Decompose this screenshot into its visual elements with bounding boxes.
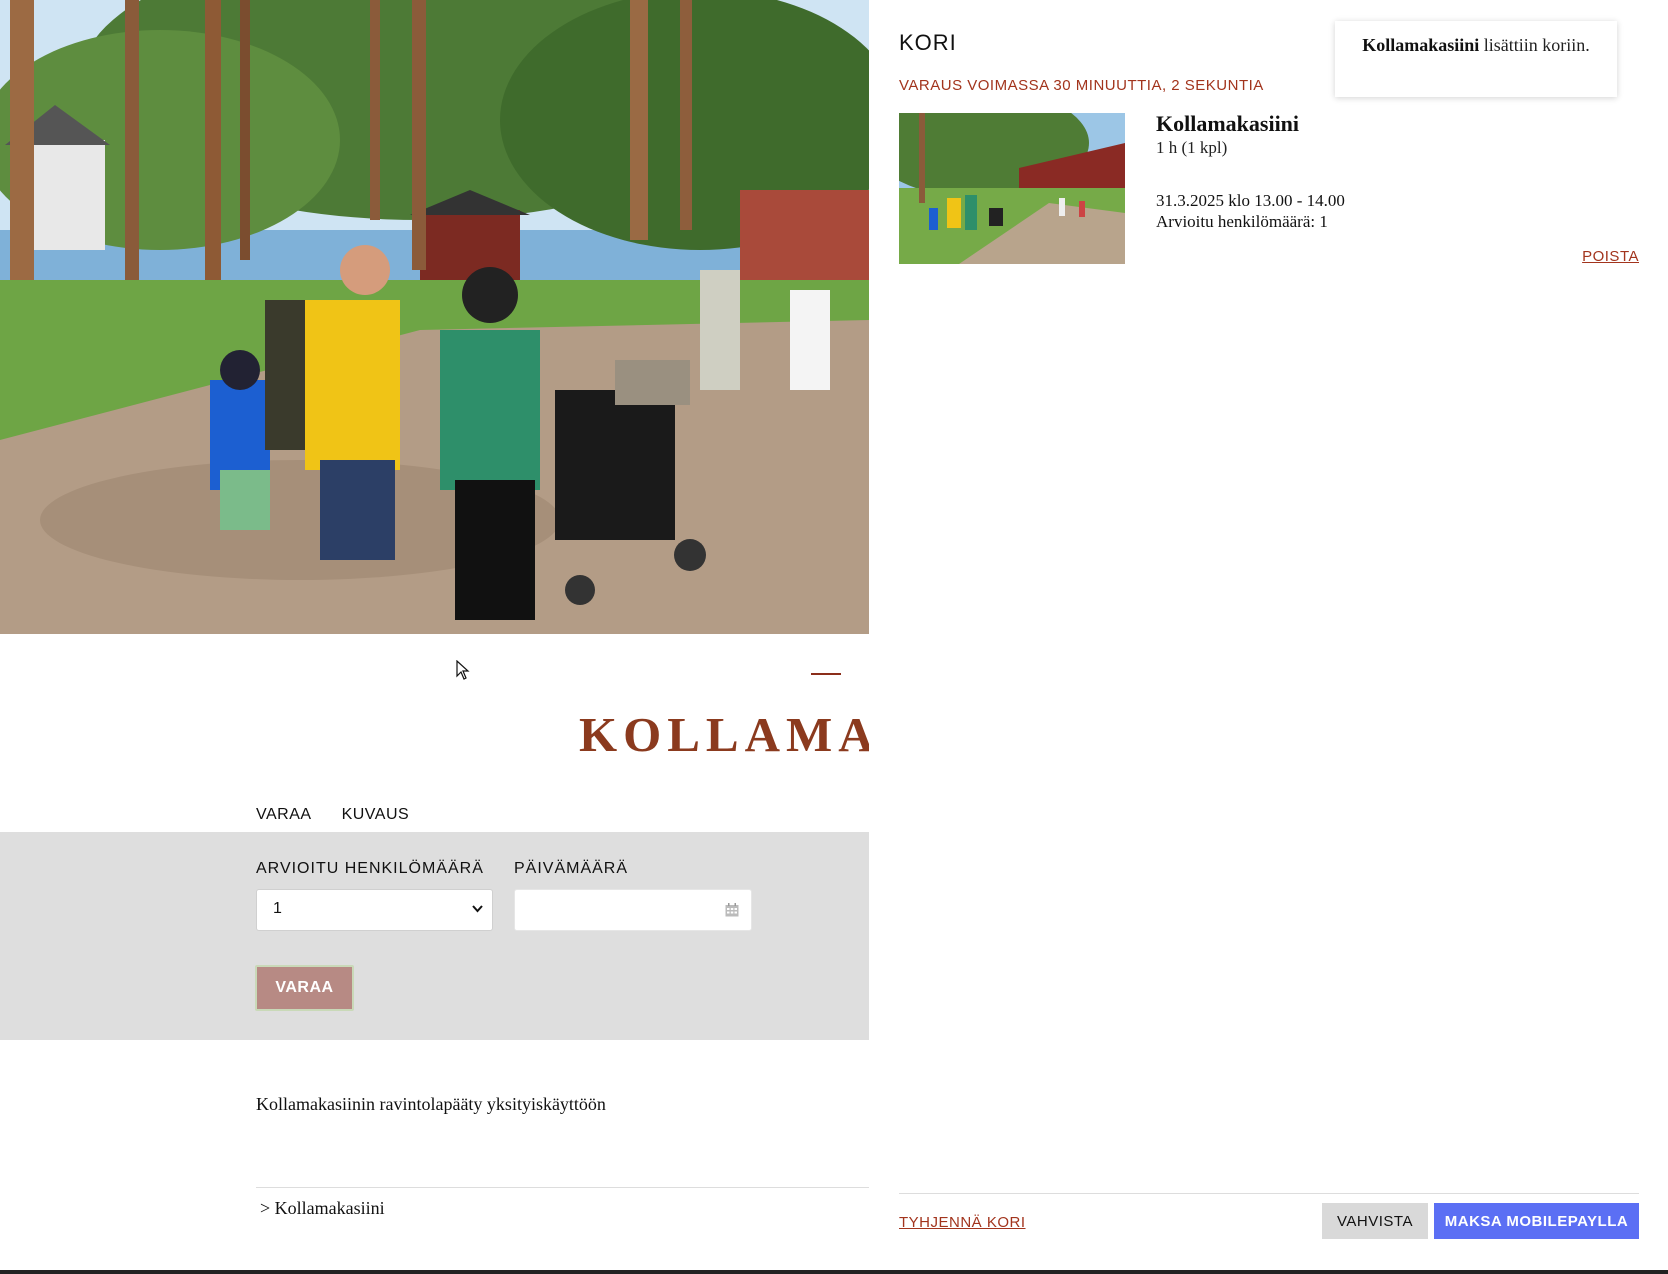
persons-select[interactable]: 1 (256, 889, 493, 931)
page-title: KOLLAMAI (579, 707, 869, 762)
bottom-border (0, 1270, 1668, 1274)
pay-mobilepay-button[interactable]: MAKSA MOBILEPAYLLA (1434, 1203, 1639, 1239)
persons-select-value: 1 (273, 900, 282, 917)
chevron-down-icon (472, 902, 483, 916)
persons-label: ARVIOITU HENKILÖMÄÄRÄ (256, 860, 484, 877)
tab-kuvaus[interactable]: KUVAUS (342, 806, 410, 824)
cart-item-datetime: 31.3.2025 klo 13.00 - 14.00 (1156, 191, 1345, 210)
breadcrumb[interactable]: > Kollamakasiini (260, 1198, 385, 1219)
confirm-button[interactable]: VAHVISTA (1322, 1203, 1428, 1239)
cart-item-persons: Arvioitu henkilömäärä: 1 (1156, 212, 1328, 231)
cart-item-name: Kollamakasiini (1156, 111, 1300, 136)
product-page: KOLLAMAI VARAA KUVAUS ARVIOITU HENKILÖMÄ… (0, 0, 869, 1274)
hero-image (0, 0, 869, 634)
cart-item-thumbnail (899, 113, 1125, 264)
title-decoration-dash (811, 673, 841, 675)
cart-item-quantity: 1 h (1 kpl) (1156, 138, 1228, 157)
mouse-cursor-icon (456, 659, 470, 685)
date-label: PÄIVÄMÄÄRÄ (514, 860, 629, 877)
added-to-cart-toast: Kollamakasiini lisättiin koriin. (1335, 21, 1617, 97)
cart-title: KORI (899, 30, 957, 55)
divider (256, 1187, 869, 1188)
toast-item-name: Kollamakasiini (1362, 35, 1480, 55)
clear-cart-link[interactable]: TYHJENNÄ KORI (899, 1214, 1026, 1231)
cart-panel: KORI VARAUS VOIMASSA 30 MINUUTTIA, 2 SEK… (869, 0, 1668, 1270)
book-button[interactable]: VARAA (255, 965, 354, 1011)
toast-message: lisättiin koriin. (1479, 35, 1590, 55)
reservation-timer: VARAUS VOIMASSA 30 MINUUTTIA, 2 SEKUNTIA (899, 77, 1264, 94)
cart-footer-divider (899, 1193, 1639, 1194)
calendar-icon[interactable] (725, 903, 739, 917)
date-input[interactable] (514, 889, 752, 931)
tab-varaa[interactable]: VARAA (256, 806, 312, 824)
remove-item-link[interactable]: POISTA (1582, 248, 1639, 265)
page-tabs: VARAA KUVAUS (256, 806, 409, 824)
product-description: Kollamakasiinin ravintolapääty yksityisk… (256, 1094, 606, 1114)
